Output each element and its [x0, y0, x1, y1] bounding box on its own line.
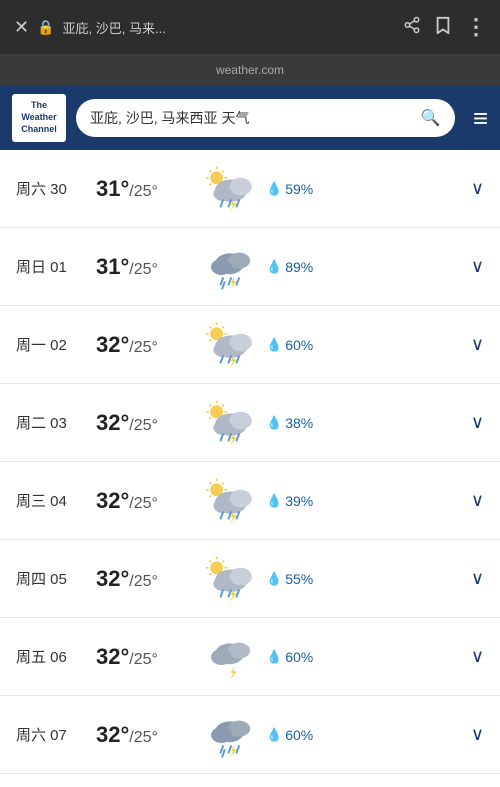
- raindrop-icon: 💧: [266, 181, 282, 197]
- tab-title: 亚庇, 沙巴, 马来...: [63, 18, 166, 37]
- precipitation-label: 💧 60%: [266, 337, 326, 353]
- precip-value: 60%: [285, 337, 313, 353]
- precipitation-label: 💧 55%: [266, 571, 326, 587]
- search-icon[interactable]: 🔍: [421, 108, 441, 128]
- weather-icon: [196, 243, 266, 291]
- weather-icon: [196, 399, 266, 447]
- temp-label: 32°/25°: [96, 332, 196, 358]
- search-text: 亚庇, 沙巴, 马来西亚 天气: [90, 108, 413, 128]
- raindrop-icon: 💧: [266, 493, 282, 509]
- day-label: 周二 03: [16, 412, 96, 433]
- day-label: 周六 07: [16, 724, 96, 745]
- precipitation-label: 💧 38%: [266, 415, 326, 431]
- expand-chevron-icon[interactable]: ∨: [471, 334, 484, 355]
- expand-chevron-icon[interactable]: ∨: [471, 412, 484, 433]
- browser-chrome: ✕ 🔒 亚庇, 沙巴, 马来... ⋮: [0, 0, 500, 54]
- hamburger-menu-icon[interactable]: ≡: [473, 103, 488, 134]
- precip-value: 59%: [285, 181, 313, 197]
- raindrop-icon: 💧: [266, 649, 282, 665]
- expand-chevron-icon[interactable]: ∨: [471, 568, 484, 589]
- day-label: 周五 06: [16, 646, 96, 667]
- precip-value: 39%: [285, 493, 313, 509]
- temp-label: 32°/25°: [96, 722, 196, 748]
- bookmark-icon[interactable]: [435, 16, 451, 39]
- expand-chevron-icon[interactable]: ∨: [471, 256, 484, 277]
- weather-icon: [196, 633, 266, 681]
- forecast-row[interactable]: 周三 04 32°/25° 💧 39% ∨: [0, 462, 500, 540]
- url-text: weather.com: [216, 63, 284, 77]
- temp-label: 31°/25°: [96, 176, 196, 202]
- forecast-row[interactable]: 周日 01 31°/25° 💧 89% ∨: [0, 228, 500, 306]
- day-label: 周一 02: [16, 334, 96, 355]
- close-icon[interactable]: ✕: [14, 17, 29, 38]
- precip-value: 60%: [285, 727, 313, 743]
- day-label: 周四 05: [16, 568, 96, 589]
- raindrop-icon: 💧: [266, 337, 282, 353]
- day-label: 周六 30: [16, 178, 96, 199]
- forecast-row[interactable]: 周五 06 32°/25° 💧 60% ∨: [0, 618, 500, 696]
- weather-icon: [196, 711, 266, 759]
- temp-label: 32°/25°: [96, 566, 196, 592]
- forecast-row[interactable]: 周四 05 32°/25° 💧 55% ∨: [0, 540, 500, 618]
- precipitation-label: 💧 60%: [266, 649, 326, 665]
- forecast-row[interactable]: 周六 07 32°/25° 💧 60% ∨: [0, 696, 500, 774]
- raindrop-icon: 💧: [266, 727, 282, 743]
- app-header: The Weather Channel 亚庇, 沙巴, 马来西亚 天气 🔍 ≡: [0, 86, 500, 150]
- temp-label: 32°/25°: [96, 410, 196, 436]
- share-icon[interactable]: [403, 16, 421, 39]
- precipitation-label: 💧 89%: [266, 259, 326, 275]
- address-bar[interactable]: weather.com: [0, 54, 500, 86]
- weather-icon: [196, 321, 266, 369]
- precip-value: 89%: [285, 259, 313, 275]
- temp-label: 32°/25°: [96, 488, 196, 514]
- expand-chevron-icon[interactable]: ∨: [471, 178, 484, 199]
- expand-chevron-icon[interactable]: ∨: [471, 490, 484, 511]
- temp-label: 31°/25°: [96, 254, 196, 280]
- weather-icon: [196, 555, 266, 603]
- precipitation-label: 💧 59%: [266, 181, 326, 197]
- raindrop-icon: 💧: [266, 571, 282, 587]
- weather-channel-logo: The Weather Channel: [12, 94, 66, 141]
- precip-value: 55%: [285, 571, 313, 587]
- forecast-list: 周六 30 31°/25° 💧 59% ∨ 周日 01 3: [0, 150, 500, 774]
- forecast-row[interactable]: 周一 02 32°/25° 💧 60% ∨: [0, 306, 500, 384]
- expand-chevron-icon[interactable]: ∨: [471, 724, 484, 745]
- lock-icon: 🔒: [37, 19, 54, 36]
- forecast-row[interactable]: 周二 03 32°/25° 💧 38% ∨: [0, 384, 500, 462]
- temp-label: 32°/25°: [96, 644, 196, 670]
- more-options-icon[interactable]: ⋮: [465, 14, 486, 40]
- precipitation-label: 💧 39%: [266, 493, 326, 509]
- precip-value: 38%: [285, 415, 313, 431]
- day-label: 周三 04: [16, 490, 96, 511]
- raindrop-icon: 💧: [266, 415, 282, 431]
- day-label: 周日 01: [16, 256, 96, 277]
- weather-icon: [196, 477, 266, 525]
- forecast-row[interactable]: 周六 30 31°/25° 💧 59% ∨: [0, 150, 500, 228]
- precipitation-label: 💧 60%: [266, 727, 326, 743]
- precip-value: 60%: [285, 649, 313, 665]
- raindrop-icon: 💧: [266, 259, 282, 275]
- search-bar[interactable]: 亚庇, 沙巴, 马来西亚 天气 🔍: [76, 99, 455, 137]
- expand-chevron-icon[interactable]: ∨: [471, 646, 484, 667]
- weather-icon: [196, 165, 266, 213]
